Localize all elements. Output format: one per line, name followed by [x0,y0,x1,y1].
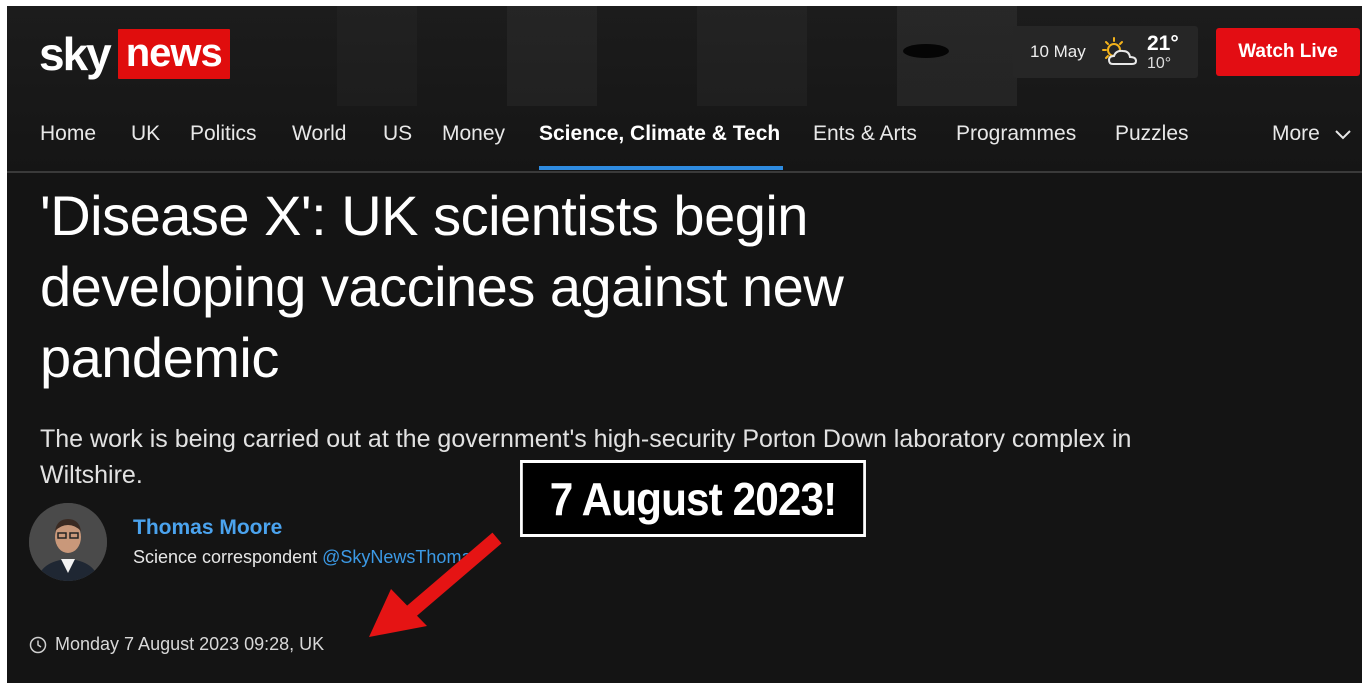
sky-news-page: sky news 10 May 21° 10° Watch Live Home … [7,6,1362,683]
main-navigation: Home UK Politics World US Money Science,… [7,111,1362,171]
watch-live-button[interactable]: Watch Live [1216,28,1360,76]
clock-icon [29,636,47,653]
active-nav-indicator [539,166,783,170]
nav-item-science-climate-tech[interactable]: Science, Climate & Tech [539,111,780,171]
author-twitter-handle[interactable]: @SkyNewsThomas [322,547,480,567]
nav-item-money[interactable]: Money [442,111,505,171]
nav-item-puzzles[interactable]: Puzzles [1115,111,1189,171]
nav-more-button[interactable]: More [1272,111,1352,171]
publish-timestamp: Monday 7 August 2023 09:28, UK [29,634,324,655]
author-avatar[interactable] [29,503,107,581]
nav-more-label: More [1272,122,1320,145]
author-role: Science correspondent @SkyNewsThomas [133,547,480,568]
nav-item-uk[interactable]: UK [131,111,160,171]
redaction-mark [903,44,949,58]
nav-divider [7,171,1362,173]
nav-item-politics[interactable]: Politics [190,111,257,171]
sun-cloud-icon [1099,36,1141,75]
nav-item-ents-arts[interactable]: Ents & Arts [813,111,917,171]
author-role-text: Science correspondent [133,547,318,567]
weather-widget[interactable]: 10 May 21° 10° [1013,26,1198,78]
nav-item-world[interactable]: World [292,111,346,171]
site-header: sky news 10 May 21° 10° Watch Live Home … [7,6,1362,173]
nav-item-home[interactable]: Home [40,111,96,171]
logo-sky-text: sky [39,28,112,80]
author-name-link[interactable]: Thomas Moore [133,516,282,540]
weather-date: 10 May [1030,42,1086,61]
weather-high-temp: 21° [1147,32,1179,55]
chevron-down-icon [1334,111,1352,157]
nav-item-programmes[interactable]: Programmes [956,111,1076,171]
sky-news-logo[interactable]: sky news [39,28,230,80]
nav-item-us[interactable]: US [383,111,412,171]
date-callout-box: 7 August 2023! [520,460,866,537]
timestamp-text: Monday 7 August 2023 09:28, UK [55,634,325,654]
article-headline: 'Disease X': UK scientists begin develop… [40,184,844,389]
weather-low-temp: 10° [1147,55,1172,72]
logo-news-text: news [117,29,230,79]
